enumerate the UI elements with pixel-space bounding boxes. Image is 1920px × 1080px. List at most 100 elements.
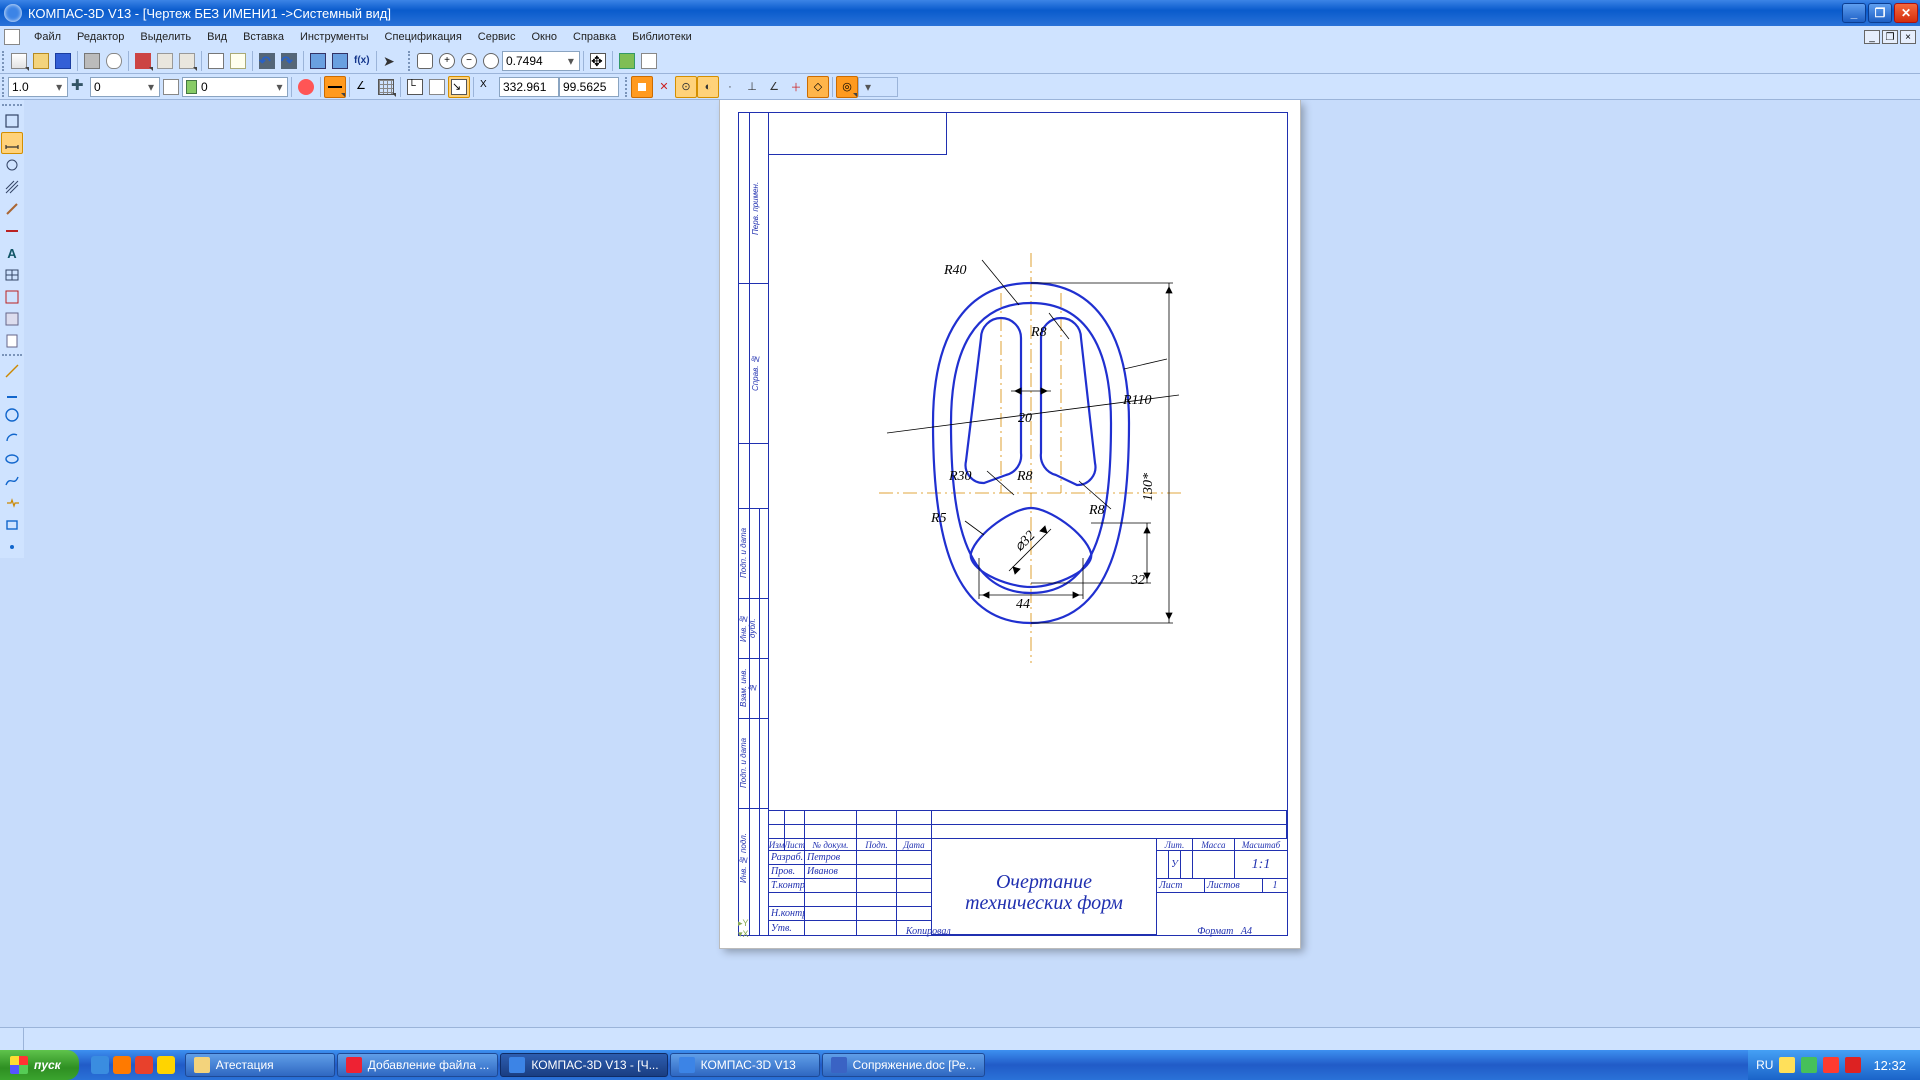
copy-button[interactable] — [154, 50, 176, 72]
open-button[interactable] — [30, 50, 52, 72]
vt-arc[interactable] — [1, 426, 23, 448]
zoom-in-button[interactable] — [436, 50, 458, 72]
task-item[interactable]: Добавление файла ... — [337, 1053, 499, 1077]
menu-insert[interactable]: Вставка — [235, 29, 292, 45]
print-button[interactable] — [81, 50, 103, 72]
zoom-window-button[interactable] — [414, 50, 436, 72]
style-field[interactable] — [94, 80, 146, 94]
vt-ellipse[interactable] — [1, 448, 23, 470]
cut-button[interactable] — [132, 50, 154, 72]
vt-report[interactable] — [1, 330, 23, 352]
vt-point[interactable] — [1, 536, 23, 558]
vt-symbols[interactable] — [1, 154, 23, 176]
snap3[interactable]: ⊙ — [675, 76, 697, 98]
task-item[interactable]: Сопряжение.doc [Ре... — [822, 1053, 985, 1077]
snap-menu[interactable]: ◎ — [836, 76, 858, 98]
vt-dimensions[interactable] — [1, 132, 23, 154]
coord-y-input[interactable] — [559, 77, 619, 97]
variables-button[interactable] — [329, 50, 351, 72]
rebuild-button[interactable] — [616, 50, 638, 72]
snap-active-button[interactable]: ↘ — [448, 76, 470, 98]
menu-select[interactable]: Выделить — [132, 29, 199, 45]
vt-text[interactable]: A — [1, 242, 23, 264]
undo-button[interactable]: ↶ — [256, 50, 278, 72]
mdi-minimize-button[interactable]: _ — [1864, 30, 1880, 44]
close-button[interactable]: ✕ — [1894, 3, 1918, 23]
tray-kaspersky-icon[interactable] — [1845, 1057, 1861, 1073]
vt-break[interactable] — [1, 492, 23, 514]
snap6[interactable]: ⊥ — [741, 76, 763, 98]
vt-edit[interactable] — [1, 198, 23, 220]
vt-segment[interactable] — [1, 382, 23, 404]
vt-params[interactable] — [1, 220, 23, 242]
task-item[interactable]: КОМПАС-3D V13 — [670, 1053, 820, 1077]
snap-angle-button[interactable]: ∠ — [353, 76, 375, 98]
manager-button[interactable] — [307, 50, 329, 72]
snap7[interactable]: ∠ — [763, 76, 785, 98]
mdi-doc-icon[interactable] — [4, 29, 20, 45]
zoom-value-input[interactable]: ▾ — [502, 51, 580, 71]
layer-field[interactable] — [201, 80, 275, 94]
vt-table[interactable] — [1, 264, 23, 286]
snap4[interactable]: ◐ — [697, 76, 719, 98]
layer-input[interactable]: ▾ — [182, 77, 288, 97]
menu-window[interactable]: Окно — [523, 29, 565, 45]
menu-tools[interactable]: Инструменты — [292, 29, 377, 45]
vt-spec[interactable] — [1, 308, 23, 330]
mdi-restore-button[interactable]: ❐ — [1882, 30, 1898, 44]
snap1[interactable] — [631, 76, 653, 98]
ql-opera-icon[interactable] — [135, 1056, 153, 1074]
mdi-close-button[interactable]: × — [1900, 30, 1916, 44]
tray-antivirus-icon[interactable] — [1823, 1057, 1839, 1073]
ql-yandex-icon[interactable] — [157, 1056, 175, 1074]
paste-button[interactable] — [176, 50, 198, 72]
step-toggle[interactable] — [68, 76, 90, 98]
vt-leader[interactable] — [1, 286, 23, 308]
style-button[interactable] — [160, 76, 182, 98]
tray-icon[interactable] — [1801, 1057, 1817, 1073]
menu-view[interactable]: Вид — [199, 29, 235, 45]
grid-button[interactable] — [375, 76, 397, 98]
save-button[interactable] — [52, 50, 74, 72]
style-input[interactable]: ▾ — [90, 77, 160, 97]
linestyle-button[interactable] — [324, 76, 346, 98]
menu-help[interactable]: Справка — [565, 29, 624, 45]
properties-button[interactable] — [205, 50, 227, 72]
task-item[interactable]: Атестация — [185, 1053, 335, 1077]
coord-x-input[interactable] — [499, 77, 559, 97]
new-button[interactable] — [8, 50, 30, 72]
snap9[interactable]: ◇ — [807, 76, 829, 98]
ql-ie-icon[interactable] — [91, 1056, 109, 1074]
vt-rect[interactable] — [1, 514, 23, 536]
snap-dist[interactable]: ▾ — [858, 77, 898, 97]
vt-spline[interactable] — [1, 470, 23, 492]
vt-hatch[interactable] — [1, 176, 23, 198]
menu-editor[interactable]: Редактор — [69, 29, 132, 45]
coord-y-field[interactable] — [563, 80, 615, 94]
tray-clock[interactable]: 12:32 — [1867, 1058, 1912, 1073]
fx-button[interactable]: f(x) — [351, 50, 373, 72]
menu-service[interactable]: Сервис — [470, 29, 524, 45]
redo-button[interactable]: ↷ — [278, 50, 300, 72]
help-context-button[interactable] — [380, 50, 402, 72]
round-button[interactable] — [426, 76, 448, 98]
minimize-button[interactable]: _ — [1842, 3, 1866, 23]
snap5[interactable]: · — [719, 76, 741, 98]
snap8[interactable]: ＋ — [785, 76, 807, 98]
maximize-button[interactable]: ❐ — [1868, 3, 1892, 23]
property-panel-grip[interactable] — [0, 1028, 24, 1050]
vt-geometry[interactable] — [1, 110, 23, 132]
ortho-button[interactable]: └ — [404, 76, 426, 98]
stop-button[interactable] — [295, 76, 317, 98]
coord-x-field[interactable] — [503, 80, 555, 94]
zoom-value-field[interactable] — [506, 54, 566, 68]
drawing-viewport[interactable]: Перв. примен. Справ. № Подп. и дата Инв.… — [24, 100, 1920, 1027]
refresh-button[interactable] — [638, 50, 660, 72]
tray-lang[interactable]: RU — [1756, 1058, 1773, 1072]
vt-line[interactable] — [1, 360, 23, 382]
step-input[interactable]: ▾ — [8, 77, 68, 97]
ql-firefox-icon[interactable] — [113, 1056, 131, 1074]
zoom-fit-button[interactable] — [480, 50, 502, 72]
menu-spec[interactable]: Спецификация — [377, 29, 470, 45]
task-item[interactable]: КОМПАС-3D V13 - [Ч... — [500, 1053, 667, 1077]
